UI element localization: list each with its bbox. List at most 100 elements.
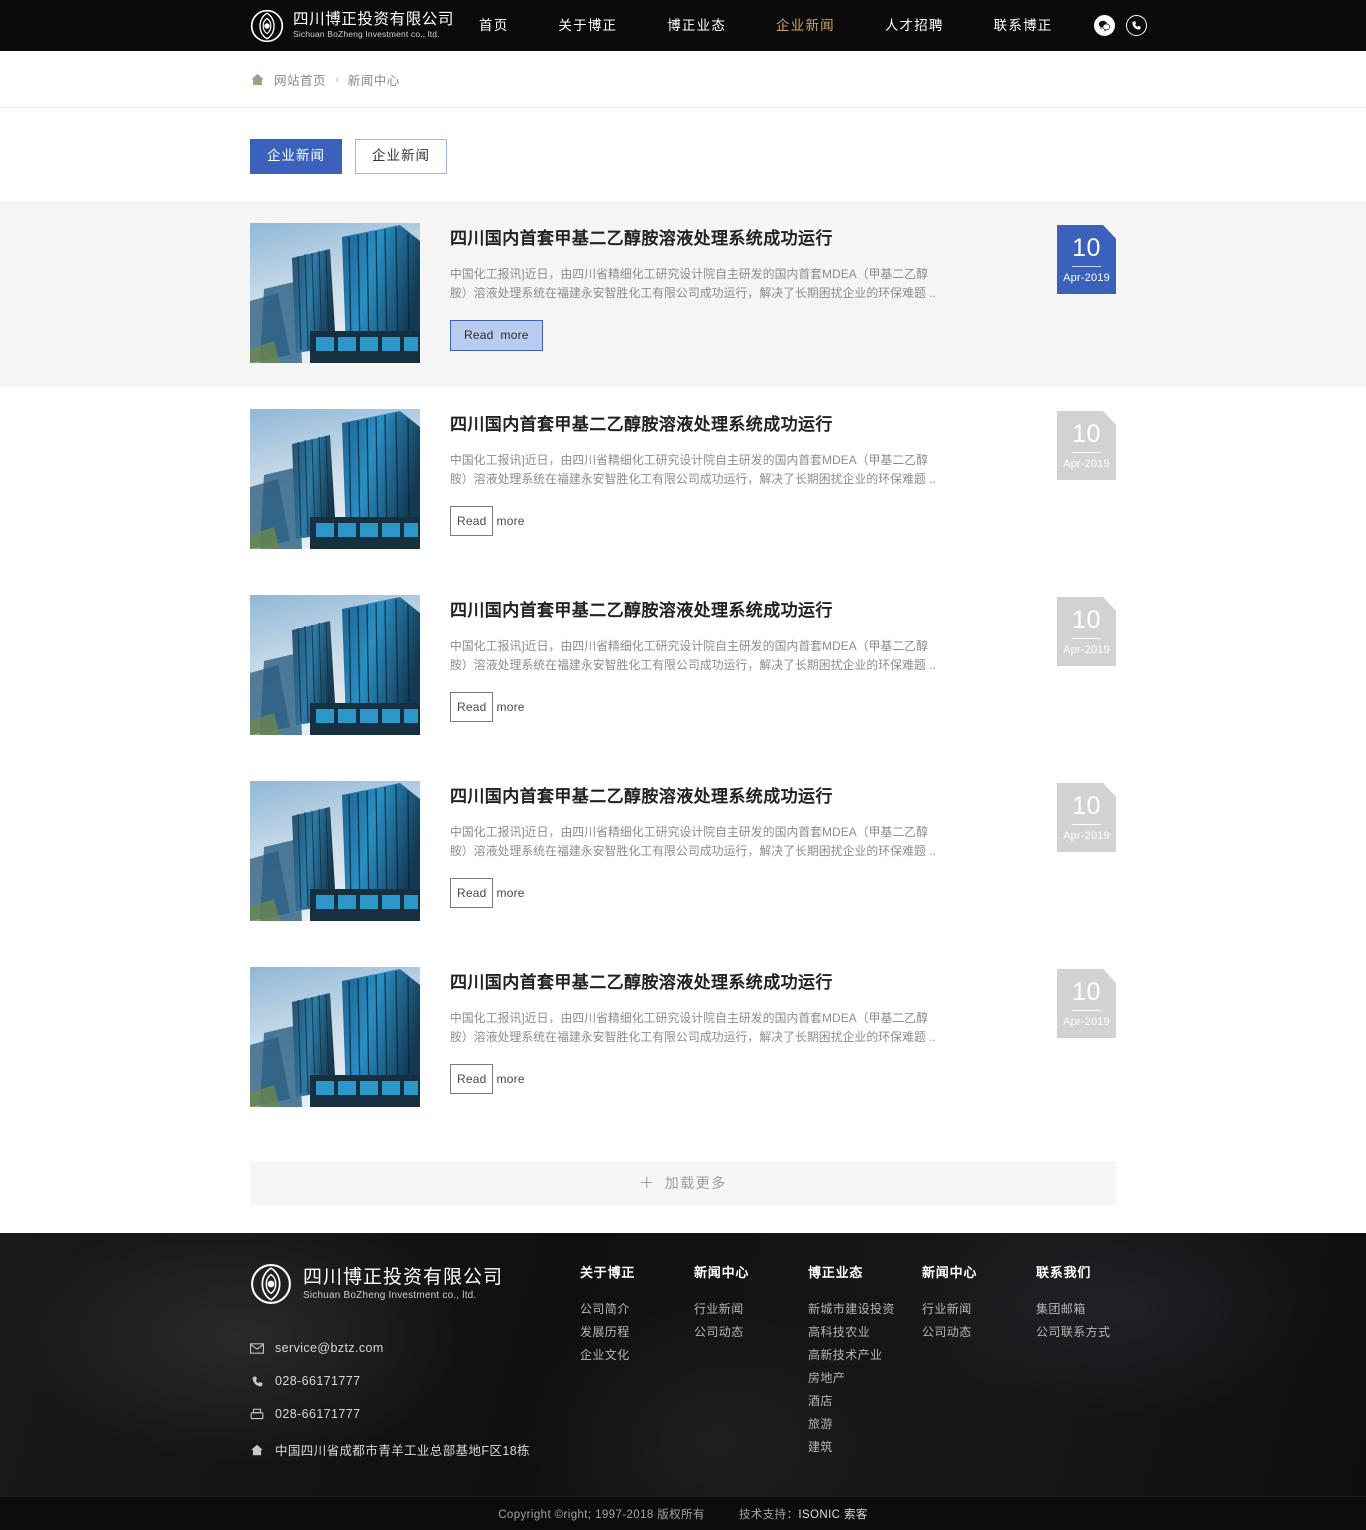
phone-icon[interactable]: [1126, 15, 1148, 36]
read-more-button[interactable]: Read more: [450, 878, 525, 908]
footer-link[interactable]: 旅游: [808, 1417, 922, 1432]
news-list: 四川国内首套甲基二乙醇胺溶液处理系统成功运行 中国化工报讯]近日，由四川省精细化…: [0, 201, 1366, 1131]
header-brand[interactable]: 四川博正投资有限公司 Sichuan BoZheng Investment co…: [250, 9, 454, 43]
footer-link[interactable]: 集团邮箱: [1036, 1302, 1110, 1317]
email-icon: [250, 1341, 264, 1355]
news-thumbnail-skyscrapers[interactable]: [250, 409, 420, 549]
tab-corporate-news-active[interactable]: 企业新闻: [250, 139, 342, 174]
news-item-excerpt: 中国化工报讯]近日，由四川省精细化工研究设计院自主研发的国内首套MDEA（甲基二…: [450, 1011, 937, 1044]
news-item-title[interactable]: 四川国内首套甲基二乙醇胺溶液处理系统成功运行: [450, 413, 1027, 437]
load-more-label: 加载更多: [664, 1175, 727, 1191]
news-list-item[interactable]: 四川国内首套甲基二乙醇胺溶液处理系统成功运行 中国化工报讯]近日，由四川省精细化…: [0, 201, 1366, 387]
tech-support-name[interactable]: ISONIC 索客: [798, 1509, 867, 1521]
wechat-icon[interactable]: [1094, 15, 1116, 36]
footer-link[interactable]: 高新技术产业: [808, 1348, 922, 1363]
contact-address-value: 中国四川省成都市青羊工业总部基地F区18栋: [275, 1444, 530, 1458]
date-badge-day: 10: [1072, 606, 1101, 639]
home-icon[interactable]: [250, 72, 265, 87]
nav-item-contact[interactable]: 联系博正: [969, 0, 1078, 51]
footer-column-title: 新闻中心: [694, 1265, 750, 1280]
tab-corporate-news-secondary[interactable]: 企业新闻: [355, 139, 447, 174]
wechat-glyph-icon: [1099, 20, 1111, 32]
contact-email: service@bztz.com: [250, 1341, 580, 1355]
news-thumbnail-image: [250, 595, 420, 735]
footer-brand[interactable]: 四川博正投资有限公司 Sichuan BoZheng Investment co…: [250, 1263, 580, 1305]
news-thumbnail-image: [250, 223, 420, 363]
breadcrumb-bar: 网站首页 › 新闻中心: [0, 51, 1366, 108]
breadcrumb-home-link[interactable]: 网站首页: [274, 70, 326, 89]
address-icon: [250, 1443, 264, 1457]
news-item-excerpt: 中国化工报讯]近日，由四川省精细化工研究设计院自主研发的国内首套MDEA（甲基二…: [450, 825, 937, 858]
footer-link[interactable]: 行业新闻: [922, 1302, 1036, 1317]
footer-link[interactable]: 公司动态: [694, 1325, 808, 1340]
read-more-button[interactable]: Read more: [450, 692, 525, 722]
date-badge-day: 10: [1072, 234, 1101, 267]
footer-column-news-center: 新闻中心 行业新闻 公司动态: [922, 1265, 1036, 1463]
news-date-badge: 10 Apr-2019: [1057, 411, 1116, 480]
breadcrumb-separator-icon: ›: [335, 73, 339, 86]
news-list-item[interactable]: 四川国内首套甲基二乙醇胺溶液处理系统成功运行 中国化工报讯]近日，由四川省精细化…: [0, 573, 1366, 759]
footer-link[interactable]: 发展历程: [580, 1325, 694, 1340]
nav-item-business[interactable]: 博正业态: [642, 0, 751, 51]
footer-link[interactable]: 高科技农业: [808, 1325, 922, 1340]
read-more-primary-label: Read: [450, 878, 493, 908]
read-more-button[interactable]: Read more: [450, 1064, 525, 1094]
footer-link[interactable]: 公司动态: [922, 1325, 1036, 1340]
footer-link[interactable]: 公司简介: [580, 1302, 694, 1317]
date-badge-month-year: Apr-2019: [1063, 1015, 1110, 1028]
nav-item-careers[interactable]: 人才招聘: [860, 0, 969, 51]
footer-column-title: 新闻中心: [922, 1265, 978, 1280]
footer-link[interactable]: 行业新闻: [694, 1302, 808, 1317]
news-item-title[interactable]: 四川国内首套甲基二乙醇胺溶液处理系统成功运行: [450, 785, 1027, 809]
footer-brand-name-cn: 四川博正投资有限公司: [303, 1267, 504, 1288]
tech-support-label: 技术支持：: [738, 1508, 799, 1521]
read-more-secondary-label: more: [496, 514, 525, 528]
contact-email-value[interactable]: service@bztz.com: [275, 1341, 384, 1355]
nav-item-about[interactable]: 关于博正: [533, 0, 642, 51]
news-date-badge: 10 Apr-2019: [1057, 783, 1116, 852]
header-brand-name-en: Sichuan BoZheng Investment co., ltd.: [293, 29, 440, 39]
footer-column-business: 博正业态 新城市建设投资 高科技农业 高新技术产业 房地产 酒店 旅游 建筑: [808, 1265, 922, 1463]
news-thumbnail-skyscrapers[interactable]: [250, 595, 420, 735]
fax-icon: [250, 1407, 264, 1421]
footer-brand-name-en: Sichuan BoZheng Investment co., ltd.: [303, 1290, 477, 1301]
news-item-title[interactable]: 四川国内首套甲基二乙醇胺溶液处理系统成功运行: [450, 971, 1027, 995]
footer-link[interactable]: 新城市建设投资: [808, 1302, 922, 1317]
read-more-primary-label: Read: [450, 692, 493, 722]
news-date-badge: 10 Apr-2019: [1057, 597, 1116, 666]
news-list-item[interactable]: 四川国内首套甲基二乙醇胺溶液处理系统成功运行 中国化工报讯]近日，由四川省精细化…: [0, 945, 1366, 1131]
news-thumbnail-skyscrapers[interactable]: [250, 967, 420, 1107]
footer-link[interactable]: 公司联系方式: [1036, 1325, 1110, 1340]
read-more-primary-label: Read: [464, 328, 494, 342]
footer-link[interactable]: 建筑: [808, 1440, 922, 1455]
date-badge-month-year: Apr-2019: [1063, 643, 1110, 656]
news-thumbnail-skyscrapers[interactable]: [250, 781, 420, 921]
news-list-item[interactable]: 四川国内首套甲基二乙醇胺溶液处理系统成功运行 中国化工报讯]近日，由四川省精细化…: [0, 387, 1366, 573]
footer-link[interactable]: 企业文化: [580, 1348, 694, 1363]
read-more-button[interactable]: Read more: [450, 320, 543, 351]
phone-glyph-icon: [1132, 21, 1142, 30]
bozheng-logo-icon: [251, 1264, 291, 1304]
contact-phone-value: 028-66171777: [275, 1374, 361, 1388]
footer-link[interactable]: 房地产: [808, 1371, 922, 1386]
contact-fax: 028-66171777: [250, 1407, 580, 1421]
footer-column-contact: 联系我们 集团邮箱 公司联系方式: [1036, 1265, 1110, 1463]
news-item-title[interactable]: 四川国内首套甲基二乙醇胺溶液处理系统成功运行: [450, 227, 1027, 251]
bozheng-logo-icon: [250, 9, 284, 42]
news-thumbnail-skyscrapers[interactable]: [250, 223, 420, 363]
nav-item-news[interactable]: 企业新闻: [751, 0, 860, 51]
copyright-bar: Copyright ©right; 1997-2018 版权所有 技术支持：IS…: [0, 1496, 1366, 1530]
news-item-title[interactable]: 四川国内首套甲基二乙醇胺溶液处理系统成功运行: [450, 599, 1027, 623]
nav-item-home[interactable]: 首页: [454, 0, 533, 51]
load-more-button[interactable]: ＋ 加载更多: [250, 1161, 1116, 1205]
read-more-secondary-label: more: [500, 328, 529, 342]
news-thumbnail-image: [250, 781, 420, 921]
news-list-item[interactable]: 四川国内首套甲基二乙醇胺溶液处理系统成功运行 中国化工报讯]近日，由四川省精细化…: [0, 759, 1366, 945]
copyright-text: Copyright ©right; 1997-2018 版权所有: [498, 1508, 705, 1521]
footer-link-columns: 关于博正 公司简介 发展历程 企业文化 新闻中心 行业新闻 公司动态 博正业态 …: [580, 1255, 1116, 1463]
footer-link[interactable]: 酒店: [808, 1394, 922, 1409]
footer-column-about: 关于博正 公司简介 发展历程 企业文化: [580, 1265, 694, 1463]
plus-icon: ＋: [639, 1174, 656, 1192]
footer-column-title: 关于博正: [580, 1265, 636, 1280]
read-more-button[interactable]: Read more: [450, 506, 525, 536]
